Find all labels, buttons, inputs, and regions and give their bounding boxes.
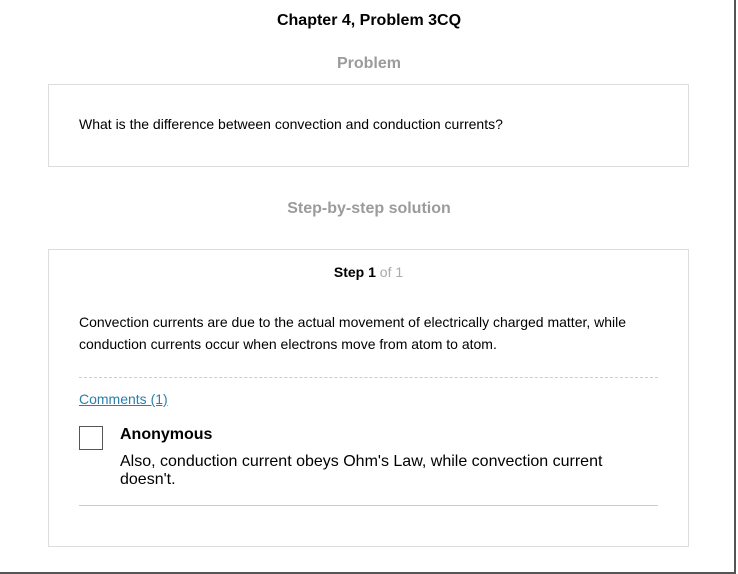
problem-heading: Problem xyxy=(336,55,401,72)
problem-text: What is the difference between convectio… xyxy=(79,116,503,132)
step-label: Step 1 of 1 xyxy=(49,264,688,280)
page-title: Chapter 4, Problem 3CQ xyxy=(276,12,462,29)
comment-checkbox[interactable] xyxy=(79,426,103,450)
comments-link[interactable]: Comments (1) xyxy=(79,391,168,407)
step-text: Convection currents are due to the actua… xyxy=(79,314,627,352)
step-word: Step xyxy=(333,264,365,280)
step-total: of 1 xyxy=(379,264,404,280)
comment-text: Also, conduction current obeys Ohm's Law… xyxy=(120,453,603,488)
page-frame: Chapter 4, Problem 3CQ Problem What is t… xyxy=(0,0,736,574)
divider xyxy=(79,377,658,378)
comment-divider xyxy=(79,505,658,506)
comment-author: Anonymous xyxy=(120,426,213,443)
problem-box: What is the difference between convectio… xyxy=(48,84,689,167)
step-number: 1 xyxy=(368,264,376,280)
solution-heading: Step-by-step solution xyxy=(287,200,451,217)
solution-box: Step 1 of 1 Convection currents are due … xyxy=(48,249,689,547)
